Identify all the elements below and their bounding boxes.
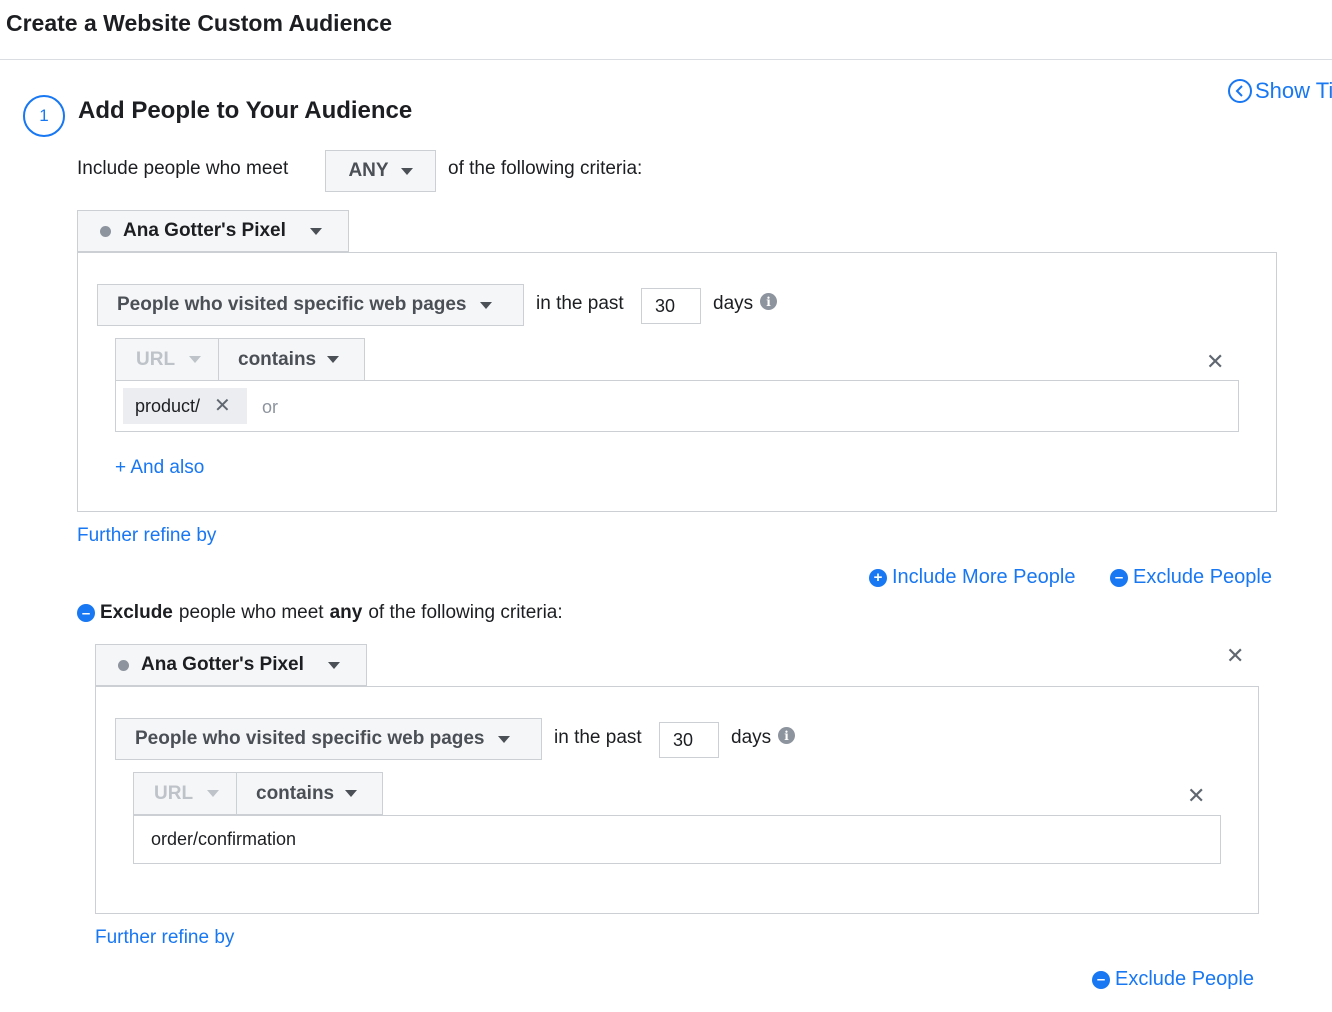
remove-tag-close-icon[interactable]: ✕	[214, 396, 231, 416]
page-title: Create a Website Custom Audience	[6, 10, 392, 36]
info-icon[interactable]: i	[778, 727, 795, 744]
exclude-mid-text: people who meet	[178, 602, 324, 623]
exclude-operator-label: contains	[256, 782, 335, 804]
exclude-pixel-name: Ana Gotter's Pixel	[141, 654, 304, 675]
include-prefix: Include people who meet	[77, 158, 289, 179]
exclude-days-input[interactable]: 30	[659, 722, 719, 758]
exclude-end-text: of the following criteria:	[368, 602, 563, 623]
exclude-people-button[interactable]: – Exclude People	[1110, 566, 1272, 589]
caret-down-icon	[479, 301, 492, 309]
and-also-link[interactable]: + And also	[115, 457, 204, 479]
exclude-event-label: People who visited specific web pages	[135, 728, 485, 749]
include-further-refine-link[interactable]: Further refine by	[77, 525, 216, 547]
days-label: days	[731, 727, 772, 748]
exclude-field-dropdown: URL	[133, 772, 237, 815]
caret-down-icon	[327, 356, 340, 363]
minus-circle-icon: –	[1110, 568, 1128, 587]
include-pixel-dropdown[interactable]: Ana Gotter's Pixel	[77, 210, 349, 252]
chevron-left-icon	[1228, 79, 1252, 103]
exclude-field-label: URL	[154, 782, 194, 804]
exclude-operator-dropdown[interactable]: contains	[236, 772, 383, 815]
exclude-people-bottom-label: Exclude People	[1115, 968, 1254, 990]
in-the-past-label: in the past	[536, 293, 624, 314]
exclude-url-input[interactable]: order/confirmation	[133, 815, 1221, 864]
step-title: Add People to Your Audience	[78, 97, 413, 124]
caret-down-icon	[400, 167, 413, 175]
step-number-badge: 1	[23, 95, 65, 137]
exclude-any-word: any	[329, 602, 363, 623]
include-operator-label: contains	[238, 348, 317, 370]
include-pixel-name: Ana Gotter's Pixel	[123, 220, 286, 241]
include-field-dropdown: URL	[115, 338, 219, 381]
pixel-status-icon	[118, 659, 129, 671]
remove-include-rule-close-icon[interactable]: ✕	[1206, 351, 1224, 373]
info-icon[interactable]: i	[760, 293, 777, 310]
exclude-event-dropdown[interactable]: People who visited specific web pages	[115, 718, 542, 760]
show-tips-label: Show Ti	[1255, 78, 1332, 103]
include-suffix: of the following criteria:	[448, 158, 643, 179]
include-event-label: People who visited specific web pages	[117, 294, 467, 315]
url-input-placeholder: or	[262, 397, 279, 417]
pixel-status-icon	[100, 225, 111, 237]
remove-exclude-rule-close-icon[interactable]: ✕	[1187, 785, 1205, 807]
caret-down-icon	[189, 356, 202, 363]
match-any-label: ANY	[348, 160, 389, 181]
url-tag-label: product/	[135, 395, 201, 416]
days-label: days	[713, 293, 754, 314]
exclude-further-refine-link[interactable]: Further refine by	[95, 927, 234, 949]
in-the-past-label: in the past	[554, 727, 642, 748]
exclude-sentence: – Exclude people who meet any of the fol…	[77, 602, 563, 624]
match-any-dropdown[interactable]: ANY	[325, 150, 436, 192]
include-more-people-button[interactable]: + Include More People	[869, 566, 1075, 589]
exclude-people-bottom-button[interactable]: – Exclude People	[1092, 968, 1254, 991]
include-event-dropdown[interactable]: People who visited specific web pages	[97, 284, 524, 326]
caret-down-icon	[345, 790, 358, 797]
minus-circle-icon: –	[1092, 970, 1110, 989]
exclude-word: Exclude	[100, 602, 173, 623]
caret-down-icon	[497, 735, 510, 743]
exclude-pixel-dropdown[interactable]: Ana Gotter's Pixel	[95, 644, 367, 686]
include-days-input[interactable]: 30	[641, 288, 701, 324]
include-field-label: URL	[136, 348, 176, 370]
caret-down-icon	[309, 227, 322, 235]
caret-down-icon	[207, 790, 220, 797]
include-operator-dropdown[interactable]: contains	[218, 338, 365, 381]
show-tips-link[interactable]: Show Ti	[1228, 78, 1332, 104]
minus-circle-icon[interactable]: –	[77, 604, 95, 622]
caret-down-icon	[327, 661, 340, 669]
include-more-people-label: Include More People	[892, 566, 1076, 588]
exclude-people-label: Exclude People	[1133, 566, 1272, 588]
url-tag: product/ ✕	[123, 388, 247, 424]
remove-exclusion-close-icon[interactable]: ✕	[1226, 645, 1244, 667]
plus-circle-icon: +	[869, 568, 887, 587]
include-url-input[interactable]	[115, 380, 1239, 432]
